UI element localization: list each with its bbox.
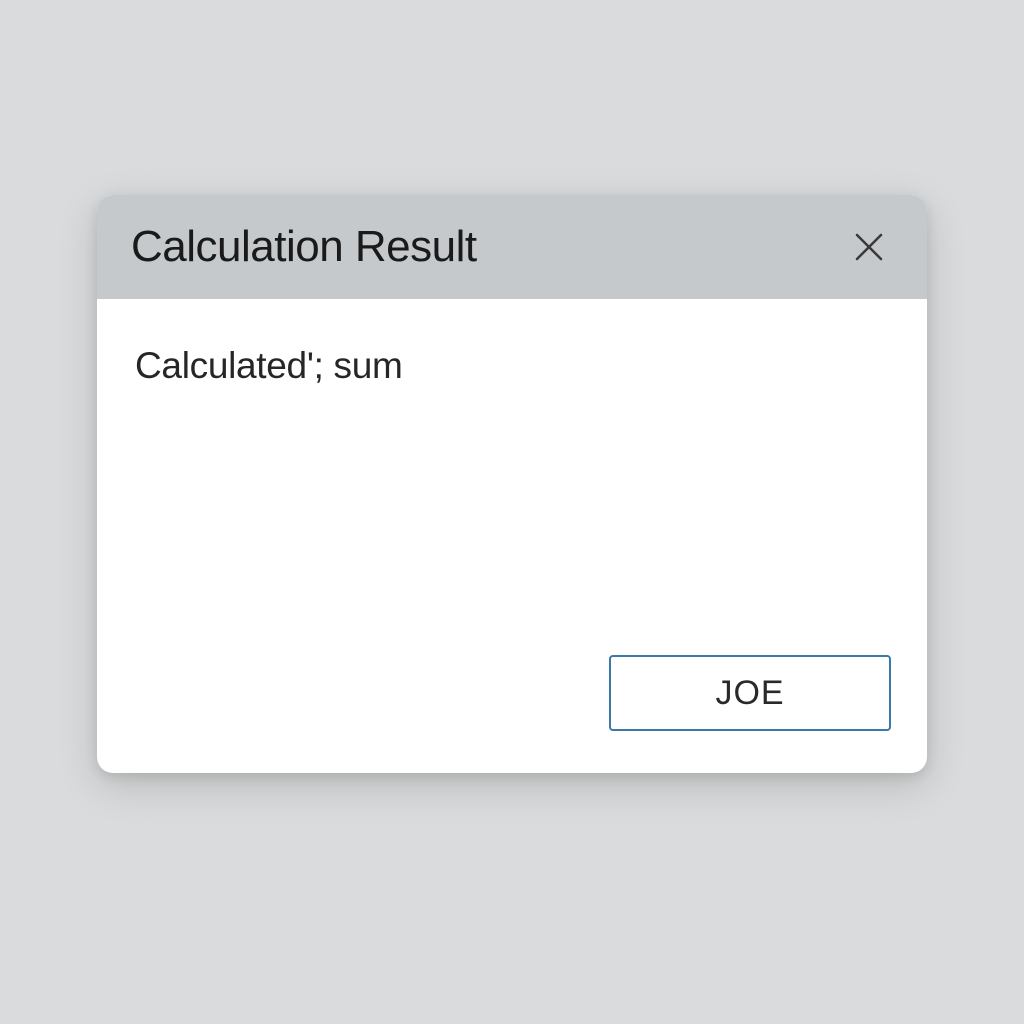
close-icon	[853, 231, 885, 263]
dialog-title: Calculation Result	[131, 222, 477, 272]
dialog-header: Calculation Result	[97, 195, 927, 299]
result-text: Calculated'; sum	[135, 345, 889, 387]
calculation-result-dialog: Calculation Result Calculated'; sum JOE	[97, 195, 927, 773]
close-button[interactable]	[847, 225, 891, 269]
dialog-footer: JOE	[97, 655, 927, 773]
action-button[interactable]: JOE	[609, 655, 891, 731]
dialog-body: Calculated'; sum	[97, 299, 927, 655]
